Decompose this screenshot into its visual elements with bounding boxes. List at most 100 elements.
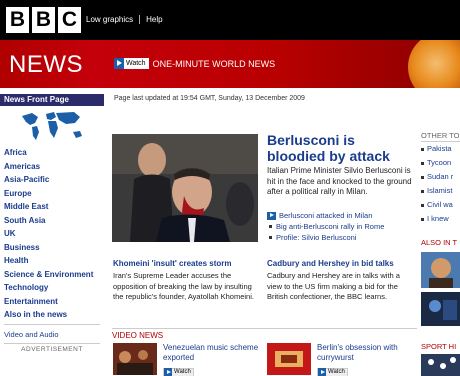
news-front-page-link[interactable]: News Front Page [0, 94, 104, 106]
also-in-the-news-heading: ALSO IN T [421, 238, 458, 247]
also-in-news-thumbnail[interactable] [421, 252, 460, 288]
secondary-story-headline[interactable]: Khomeini 'insult' creates storm [113, 259, 261, 269]
sidebar-item-entertainment[interactable]: Entertainment [0, 295, 104, 308]
sidebar-item-africa[interactable]: Africa [0, 146, 104, 160]
sport-thumbnail-image [421, 354, 460, 376]
bullet-icon [421, 147, 424, 151]
other-story-label: Civil wa [427, 200, 453, 209]
advertisement-label: ADVERTISEMENT [21, 345, 83, 353]
sport-headlines-heading: SPORT HI [421, 342, 457, 351]
bullet-icon [269, 225, 272, 228]
sidebar-item-europe[interactable]: Europe [0, 187, 104, 200]
other-top-stories-heading: OTHER TO [421, 131, 460, 142]
news-title[interactable]: NEWS [9, 51, 83, 79]
sidebar-item-americas[interactable]: Americas [0, 160, 104, 173]
sidebar-item-technology[interactable]: Technology [0, 281, 104, 295]
watch-button[interactable]: Watch [317, 367, 348, 376]
secondary-story-summary: Cadbury and Hershey are in talks with a … [267, 271, 400, 301]
video-thumbnail[interactable] [267, 343, 311, 375]
watch-label: Watch [126, 60, 146, 67]
other-story-label: Islamist [427, 186, 453, 195]
news-banner: NEWS Watch ONE-MINUTE WORLD NEWS [0, 40, 460, 88]
nav-divider [4, 342, 100, 344]
other-story-link[interactable]: Pakista [421, 142, 460, 156]
face-thumbnail-image [421, 252, 460, 288]
bbc-logo[interactable]: B B C [6, 7, 81, 33]
other-story-label: Pakista [427, 144, 452, 153]
logo-letter: B [6, 7, 29, 33]
also-in-news-thumbnail[interactable] [421, 292, 460, 326]
bullet-icon [421, 189, 424, 193]
globe-graphic [408, 40, 460, 88]
currywurst-thumbnail-image [267, 343, 311, 375]
sidebar-item-south-asia[interactable]: South Asia [0, 214, 104, 227]
last-updated-timestamp: Page last updated at 19:54 GMT, Sunday, … [114, 95, 305, 102]
video-title[interactable]: Berlin's obsession with currywurst [317, 343, 415, 363]
other-story-link[interactable]: Civil wa [421, 198, 460, 212]
play-icon [318, 368, 326, 376]
low-graphics-link[interactable]: Low graphics [86, 15, 133, 24]
sidebar-item-health[interactable]: Health [0, 254, 104, 268]
world-map[interactable] [0, 106, 104, 146]
watch-button[interactable]: Watch [114, 58, 149, 69]
watch-button[interactable]: Watch [163, 367, 194, 376]
right-column: OTHER TO Pakista Tycoon Sudan r Islamist… [421, 130, 460, 226]
top-links: Low graphics Help [86, 15, 163, 24]
one-minute-news-label: ONE-MINUTE WORLD NEWS [152, 58, 276, 69]
one-minute-news[interactable]: Watch ONE-MINUTE WORLD NEWS [114, 58, 275, 69]
story-link-label: Big anti-Berlusconi rally in Rome [276, 222, 385, 231]
main-story-summary: Italian Prime Minister Silvio Berlusconi… [267, 166, 412, 196]
sidebar-item-uk[interactable]: UK [0, 227, 104, 241]
play-icon [114, 58, 124, 69]
sidebar-item-also-in-the-news[interactable]: Also in the news [0, 308, 104, 322]
watch-label: Watch [328, 369, 345, 375]
story-link[interactable]: Big anti-Berlusconi rally in Rome [267, 221, 422, 232]
story-link-label: Profile: Silvio Berlusconi [276, 233, 357, 242]
main-story-headline[interactable]: Berlusconi is bloodied by attack [267, 132, 417, 164]
main-story-photo[interactable] [112, 134, 258, 242]
story-link-label: Berlusconi attacked in Milan [279, 211, 373, 220]
secondary-story-headline[interactable]: Cadbury and Hershey in bid talks [267, 259, 415, 269]
logo-letter: C [58, 7, 81, 33]
play-icon [164, 368, 172, 376]
other-story-link[interactable]: I knew [421, 212, 460, 226]
sidebar-item-science-environment[interactable]: Science & Environment [0, 268, 104, 281]
berlusconi-photo-image [112, 134, 258, 242]
other-story-link[interactable]: Islamist [421, 184, 460, 198]
video-news-heading: VIDEO NEWS [112, 328, 417, 340]
other-story-label: I knew [427, 214, 449, 223]
video-item[interactable]: Berlin's obsession with currywurst Watch [267, 343, 415, 376]
watch-label: Watch [174, 369, 191, 375]
video-thumbnail[interactable] [113, 343, 157, 375]
video-item[interactable]: Venezuelan music scheme exported Watch [113, 343, 261, 376]
sidebar-item-asia-pacific[interactable]: Asia-Pacific [0, 173, 104, 187]
video-text: Venezuelan music scheme exported Watch [163, 343, 261, 376]
main-story-links: Berlusconi attacked in Milan Big anti-Be… [267, 210, 422, 243]
link-divider [139, 15, 141, 24]
sidebar-item-middle-east[interactable]: Middle East [0, 200, 104, 214]
sidebar-item-video-and-audio[interactable]: Video and Audio [0, 329, 104, 341]
secondary-story: Khomeini 'insult' creates storm Iran's S… [113, 259, 261, 303]
nav-divider [4, 323, 100, 325]
video-icon [267, 211, 276, 220]
other-story-label: Sudan r [427, 172, 454, 181]
other-story-link[interactable]: Sudan r [421, 170, 460, 184]
left-navigation: News Front Page Africa Americas Asia-Pac… [0, 94, 104, 353]
sidebar-item-business[interactable]: Business [0, 241, 104, 254]
scene-thumbnail-image [421, 292, 460, 326]
bullet-icon [421, 175, 424, 179]
story-link[interactable]: Profile: Silvio Berlusconi [267, 232, 422, 243]
logo-letter: B [32, 7, 55, 33]
top-bar: B B C Low graphics Help [0, 0, 460, 40]
secondary-story-summary: Iran's Supreme Leader accuses the opposi… [113, 271, 254, 301]
bullet-icon [421, 217, 424, 221]
help-link[interactable]: Help [146, 15, 162, 24]
story-link[interactable]: Berlusconi attacked in Milan [267, 210, 422, 221]
video-text: Berlin's obsession with currywurst Watch [317, 343, 415, 376]
video-title[interactable]: Venezuelan music scheme exported [163, 343, 261, 363]
other-story-link[interactable]: Tycoon [421, 156, 460, 170]
world-map-icon [22, 112, 82, 140]
orchestra-thumbnail-image [113, 343, 157, 375]
bullet-icon [421, 203, 424, 207]
sport-thumbnail[interactable] [421, 354, 460, 376]
